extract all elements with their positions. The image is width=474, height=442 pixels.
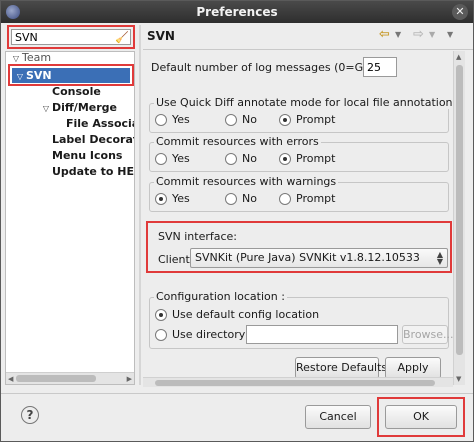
svn-interface-highlight: SVN interface: Client: SVNKit (Pure Java… xyxy=(146,221,452,273)
svn-interface-legend: SVN interface: xyxy=(158,230,237,243)
log-messages-input[interactable] xyxy=(363,57,397,77)
tree-item-file-associations[interactable]: File Associa xyxy=(66,116,134,132)
commit-errors-prompt-radio[interactable]: Prompt xyxy=(279,152,335,165)
cancel-button[interactable]: Cancel xyxy=(305,405,371,429)
header-divider xyxy=(143,49,473,50)
chevron-down-icon[interactable]: ▽ xyxy=(14,69,26,84)
quick-diff-prompt-radio[interactable]: Prompt xyxy=(279,113,335,126)
page-title: SVN xyxy=(147,29,175,43)
tree-item-update-to-head[interactable]: Update to HEA xyxy=(52,164,134,180)
broom-icon[interactable]: 🧹 xyxy=(115,32,129,44)
scroll-down-icon[interactable]: ▼ xyxy=(456,375,461,383)
preference-tree: ▽ Team ▽ SVN Console ▽ Diff/Merge File Asso… xyxy=(5,51,135,385)
ok-button[interactable]: OK xyxy=(385,405,457,429)
config-location-legend: Configuration location : xyxy=(154,290,287,303)
page-horizontal-scrollbar[interactable] xyxy=(143,377,453,387)
ok-highlight: OK xyxy=(377,397,465,437)
chevron-down-icon[interactable]: ▽ xyxy=(40,101,52,117)
tree-horizontal-scrollbar[interactable]: ◀ ▶ xyxy=(6,372,134,384)
filter-input[interactable] xyxy=(11,29,131,45)
commit-errors-yes-radio[interactable]: Yes xyxy=(155,152,190,165)
panel-sash[interactable] xyxy=(139,25,141,385)
quick-diff-no-radio[interactable]: No xyxy=(225,113,257,126)
help-icon[interactable]: ? xyxy=(21,406,39,424)
client-select-value: SVNKit (Pure Java) SVNKit v1.8.12.10533 xyxy=(195,251,420,264)
bottom-divider xyxy=(1,393,473,394)
commit-warnings-no-radio[interactable]: No xyxy=(225,192,257,205)
scroll-thumb[interactable] xyxy=(456,65,463,355)
commit-warnings-yes-radio[interactable]: Yes xyxy=(155,192,190,205)
default-config-radio[interactable]: Use default config location xyxy=(155,308,319,321)
chevron-down-icon[interactable]: ▼ xyxy=(395,30,401,39)
quick-diff-group: Use Quick Diff annotate mode for local f… xyxy=(149,96,461,133)
tree-item-svn[interactable]: ▽ SVN xyxy=(12,68,130,83)
page-header: SVN ⇦ ▼ ⇨ ▼ ▼ xyxy=(143,25,471,47)
window-title: Preferences xyxy=(196,5,278,19)
forward-arrow-icon[interactable]: ⇨ xyxy=(413,27,424,42)
tree-item-diff-merge[interactable]: ▽ Diff/Merge xyxy=(40,100,117,116)
commit-warnings-group: Commit resources with warnings Yes No Pr… xyxy=(149,175,449,212)
log-messages-label: Default number of log messages (0=Get Al… xyxy=(151,61,396,74)
commit-errors-group: Commit resources with errors Yes No Prom… xyxy=(149,135,449,172)
apply-button[interactable]: Apply xyxy=(385,357,441,379)
preferences-window: Preferences ✕ 🧹 ▽Team ▽SVN Console ▽Diff… xyxy=(0,0,474,442)
scroll-left-icon[interactable]: ◀ xyxy=(8,373,13,384)
back-arrow-icon[interactable]: ⇦ xyxy=(379,27,390,42)
scroll-right-icon[interactable]: ▶ xyxy=(127,373,132,384)
commit-errors-no-radio[interactable]: No xyxy=(225,152,257,165)
svn-highlight: ▽ SVN xyxy=(8,64,134,86)
config-location-group: Configuration location : Use default con… xyxy=(149,290,454,349)
restore-defaults-button[interactable]: Restore Defaults xyxy=(295,357,387,379)
client-select[interactable]: SVNKit (Pure Java) SVNKit v1.8.12.10533 … xyxy=(190,248,448,268)
filter-highlight: 🧹 xyxy=(7,25,135,49)
browse-button[interactable]: Browse... xyxy=(402,325,454,344)
scroll-up-icon[interactable]: ▲ xyxy=(456,53,461,61)
select-arrows-icon: ▲ ▼ xyxy=(436,250,443,266)
chevron-down-icon[interactable]: ▼ xyxy=(429,30,435,39)
tree-item-label-decorations[interactable]: Label Decorat xyxy=(52,132,134,148)
title-bar[interactable]: Preferences ✕ xyxy=(1,1,473,23)
scroll-thumb[interactable] xyxy=(16,375,96,382)
tree-item-console[interactable]: Console xyxy=(52,84,101,100)
quick-diff-legend: Use Quick Diff annotate mode for local f… xyxy=(154,96,461,109)
directory-input[interactable] xyxy=(246,325,398,344)
eclipse-app-icon xyxy=(6,5,20,19)
directory-config-radio[interactable]: Use directory : xyxy=(155,328,252,341)
quick-diff-yes-radio[interactable]: Yes xyxy=(155,113,190,126)
close-icon[interactable]: ✕ xyxy=(452,4,468,20)
view-menu-icon[interactable]: ▼ xyxy=(447,30,453,39)
scroll-thumb[interactable] xyxy=(155,380,435,386)
client-label: Client: xyxy=(158,253,194,266)
commit-warnings-prompt-radio[interactable]: Prompt xyxy=(279,192,335,205)
page-vertical-scrollbar[interactable]: ▲ ▼ xyxy=(453,51,465,385)
commit-errors-legend: Commit resources with errors xyxy=(154,135,321,148)
tree-item-menu-icons[interactable]: Menu Icons xyxy=(52,148,122,164)
commit-warnings-legend: Commit resources with warnings xyxy=(154,175,339,188)
